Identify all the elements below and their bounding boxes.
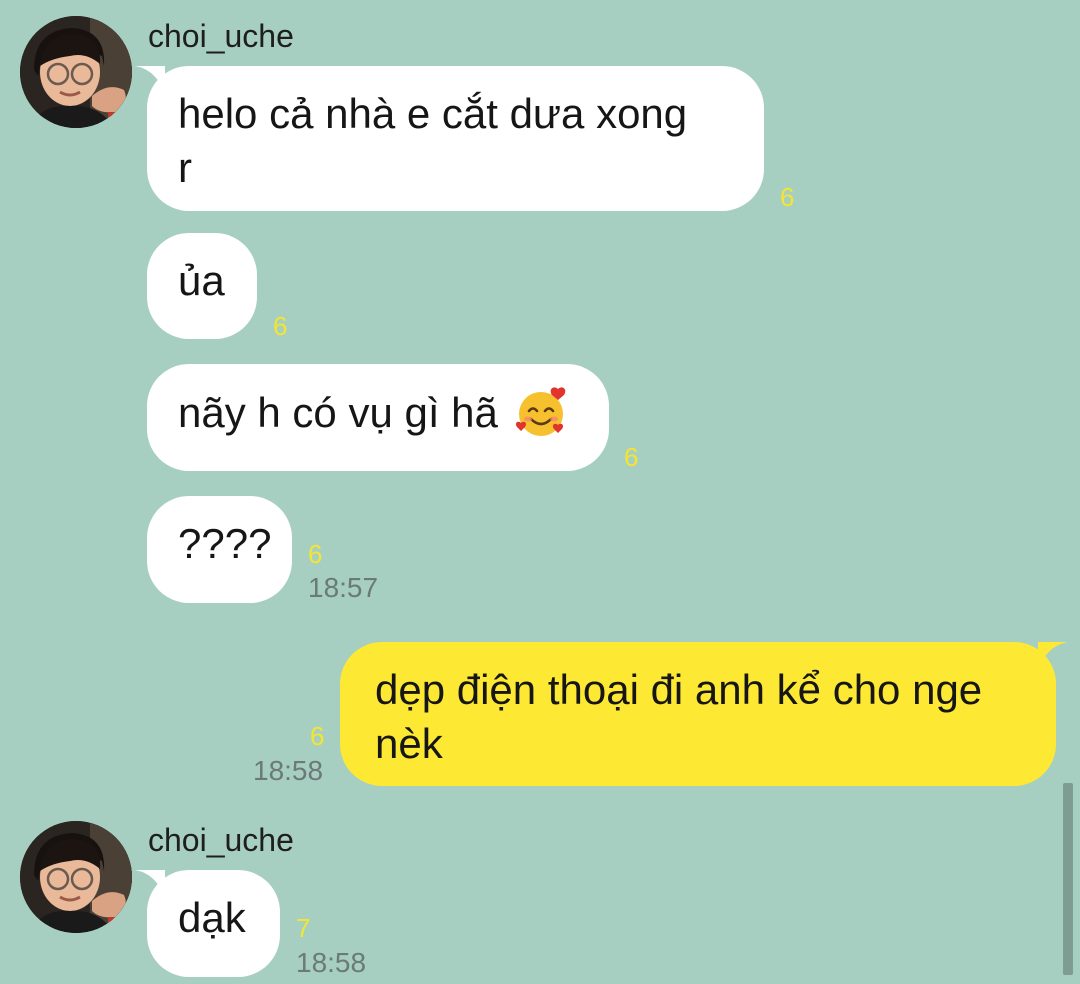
- bubble-tail: [1038, 642, 1068, 668]
- scrollbar[interactable]: [1063, 783, 1073, 975]
- message-text: nãy h có vụ gì hã: [178, 389, 498, 436]
- sender-name: choi_uche: [148, 18, 294, 54]
- smiling-face-with-hearts-icon: [515, 387, 565, 436]
- message-text: helo cả nhà e cắt dưa xong r: [178, 90, 688, 191]
- unread-count: 6: [308, 539, 323, 569]
- incoming-message-bubble[interactable]: ????: [147, 496, 292, 603]
- message-text: ủa: [178, 257, 225, 304]
- sender-name: choi_uche: [148, 822, 294, 858]
- chat-message-list[interactable]: choi_uche helo cả nhà e cắt dưa xong r 6…: [0, 0, 1080, 984]
- unread-count: 6: [310, 721, 325, 751]
- unread-count: 6: [624, 442, 639, 472]
- message-timestamp: 18:57: [308, 572, 379, 603]
- avatar-image: [20, 821, 132, 933]
- incoming-message-bubble[interactable]: nãy h có vụ gì hã: [147, 364, 609, 471]
- sender-avatar[interactable]: [20, 821, 132, 933]
- incoming-message-bubble[interactable]: helo cả nhà e cắt dưa xong r: [135, 66, 764, 211]
- incoming-message-bubble[interactable]: ủa: [147, 233, 257, 339]
- message-timestamp: 18:58: [296, 947, 367, 978]
- message-text: dạk: [178, 894, 246, 941]
- outgoing-message-bubble[interactable]: dẹp điện thoại đi anh kể cho nge nèk: [340, 642, 1068, 786]
- unread-count: 6: [780, 182, 795, 212]
- unread-count: 6: [273, 311, 288, 341]
- sender-avatar[interactable]: [20, 16, 132, 128]
- message-text: dẹp điện thoại đi anh kể cho nge nèk: [375, 666, 983, 767]
- message-timestamp: 18:58: [253, 755, 324, 786]
- bubble-tail: [135, 66, 165, 92]
- unread-count: 7: [296, 913, 311, 943]
- bubble-tail: [135, 870, 165, 896]
- avatar-image: [20, 16, 132, 128]
- message-text: ????: [178, 520, 272, 567]
- incoming-message-bubble[interactable]: dạk: [135, 870, 280, 977]
